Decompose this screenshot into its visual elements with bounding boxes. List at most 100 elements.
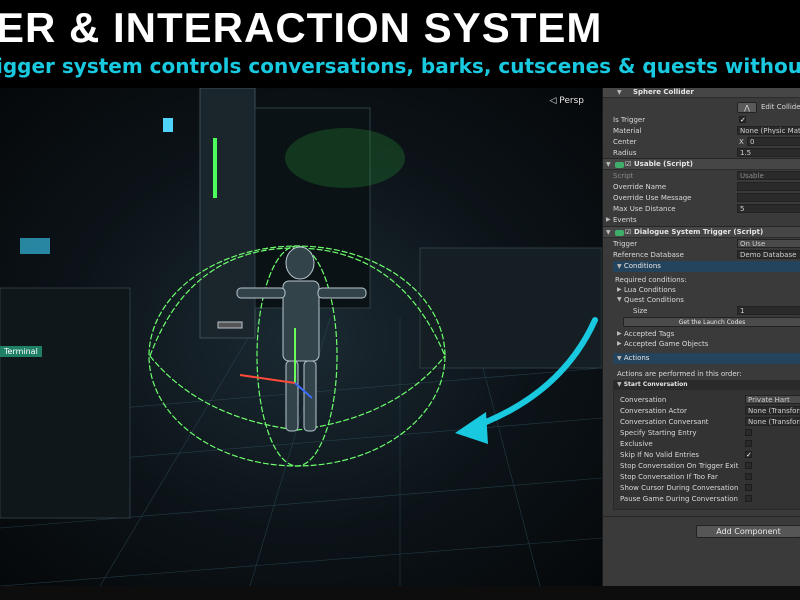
divider (603, 516, 800, 517)
material-row: Material None (Physic Mate (603, 126, 800, 136)
trigger-row: Trigger On Use (603, 239, 800, 249)
usable-script-row: Script Usable (603, 171, 800, 181)
script-icon (615, 162, 624, 168)
events-row[interactable]: ▶ Events (603, 215, 800, 225)
show-cursor-label: Show Cursor During Conversation (620, 484, 739, 492)
cyan-light (20, 238, 50, 254)
size-row: Size 1 (603, 306, 800, 316)
edit-collider-button[interactable]: ⋀ (737, 102, 757, 113)
stop-on-trigger-exit-row: Stop Conversation On Trigger Exit (603, 461, 800, 471)
reference-database-row: Reference Database Demo Database (603, 250, 800, 260)
exclusive-row: Exclusive (603, 439, 800, 449)
events-label: Events (613, 216, 637, 224)
pause-game-label: Pause Game During Conversation (620, 495, 738, 503)
center-x-field[interactable]: 0 (747, 137, 800, 146)
accepted-game-objects-row[interactable]: ▶ Accepted Game Objects (603, 339, 800, 349)
show-cursor-checkbox[interactable] (745, 484, 752, 491)
stop-on-trigger-exit-checkbox[interactable] (745, 462, 752, 469)
override-name-field[interactable] (737, 182, 800, 191)
conversation-label: Conversation (620, 396, 667, 404)
quest-conditions-label: Quest Conditions (624, 296, 684, 304)
lua-conditions-label: Lua Conditions (624, 286, 676, 294)
reference-database-label: Reference Database (613, 251, 684, 259)
skip-if-no-valid-entries-checkbox[interactable]: ✓ (745, 451, 752, 459)
conversation-actor-label: Conversation Actor (620, 407, 687, 415)
specify-starting-entry-checkbox[interactable] (745, 429, 752, 436)
dialogue-trigger-header[interactable]: ▼ ☑ Dialogue System Trigger (Script) (603, 226, 800, 238)
actions-title: Actions (623, 354, 650, 362)
stop-if-too-far-label: Stop Conversation If Too Far (620, 473, 718, 481)
max-use-distance-field[interactable]: 5 (737, 204, 800, 213)
conversation-actor-field[interactable]: None (Transform (745, 406, 800, 415)
size-field[interactable]: 1 (737, 306, 800, 315)
lua-conditions-row[interactable]: ▶ Lua Conditions (603, 285, 800, 295)
reference-database-field[interactable]: Demo Database (737, 250, 800, 259)
green-light-strip (213, 138, 217, 198)
green-glow (285, 128, 405, 188)
usable-script-label: Script (613, 172, 634, 180)
center-label: Center (613, 138, 637, 146)
left-wall-panel (0, 287, 131, 519)
actions-note: Actions are performed in this order: (617, 370, 742, 378)
dialogue-trigger-title: Dialogue System Trigger (Script) (634, 228, 764, 236)
conditions-section-header[interactable]: ▼ Conditions (613, 261, 800, 272)
conversation-dropdown[interactable]: Private Hart (745, 395, 800, 404)
conversation-conversant-row: Conversation Conversant None (Transform (603, 417, 800, 427)
inspector-panel: ▼ Sphere Collider ⋀ Edit Collider Is Tri… (602, 88, 800, 586)
specify-starting-entry-label: Specify Starting Entry (620, 429, 697, 437)
sphere-collider-header[interactable]: ▼ Sphere Collider (603, 88, 800, 98)
edit-collider-label: Edit Collider (761, 103, 800, 111)
bottom-bar (0, 586, 800, 600)
radius-label: Radius (613, 149, 637, 157)
enabled-checkbox[interactable]: ☑ (625, 159, 631, 170)
conversation-row: Conversation Private Hart (603, 395, 800, 405)
stop-if-too-far-row: Stop Conversation If Too Far (603, 472, 800, 482)
conditions-title: Conditions (623, 262, 661, 270)
accepted-tags-row[interactable]: ▶ Accepted Tags (603, 329, 800, 339)
size-label: Size (633, 307, 648, 315)
enabled-checkbox[interactable]: ☑ (625, 227, 631, 238)
radius-row: Radius 1.5 (603, 148, 800, 158)
show-cursor-row: Show Cursor During Conversation (603, 483, 800, 493)
required-conditions-row: Required conditions: (603, 275, 800, 285)
door-frame-left (199, 88, 256, 339)
specify-starting-entry-row: Specify Starting Entry (603, 428, 800, 438)
add-component-button[interactable]: Add Component (696, 525, 800, 538)
conversation-conversant-field[interactable]: None (Transform (745, 417, 800, 426)
start-conversation-title: Start Conversation (623, 381, 688, 388)
scene-view[interactable]: ◁ Persp Terminal (0, 88, 602, 586)
conversation-actor-row: Conversation Actor None (Transform (603, 406, 800, 416)
accepted-game-objects-label: Accepted Game Objects (624, 340, 709, 348)
stop-on-trigger-exit-label: Stop Conversation On Trigger Exit (620, 462, 739, 470)
start-conversation-header[interactable]: ▼ Start Conversation (613, 380, 800, 390)
skip-if-no-valid-entries-row: Skip If No Valid Entries ✓ (603, 450, 800, 460)
actions-note-row: Actions are performed in this order: (603, 369, 800, 379)
exclusive-label: Exclusive (620, 440, 653, 448)
is-trigger-row: Is Trigger ✓ (603, 115, 800, 125)
quest-conditions-row[interactable]: ▼ Quest Conditions (603, 295, 800, 305)
view-mode-text: Persp (559, 96, 584, 106)
radius-field[interactable]: 1.5 (737, 148, 800, 157)
pause-game-row: Pause Game During Conversation (603, 494, 800, 504)
is-trigger-label: Is Trigger (613, 116, 646, 124)
stop-if-too-far-checkbox[interactable] (745, 473, 752, 480)
material-field[interactable]: None (Physic Mate (737, 126, 800, 135)
trigger-dropdown[interactable]: On Use (737, 239, 800, 248)
exclusive-checkbox[interactable] (745, 440, 752, 447)
required-conditions-label: Required conditions: (615, 276, 687, 284)
center-x-label: X (739, 138, 744, 146)
actions-section-header[interactable]: ▼ Actions (613, 353, 800, 364)
pause-game-checkbox[interactable] (745, 495, 752, 502)
override-use-message-field[interactable] (737, 193, 800, 202)
skip-if-no-valid-entries-label: Skip If No Valid Entries (620, 451, 700, 459)
sphere-collider-title: Sphere Collider (633, 88, 694, 96)
usable-header[interactable]: ▼ ☑ Usable (Script) (603, 158, 800, 170)
trigger-label: Trigger (613, 240, 638, 248)
override-use-message-row: Override Use Message (603, 193, 800, 203)
launch-codes-quest-field[interactable]: Get the Launch Codes (623, 317, 800, 327)
center-row: Center X 0 (603, 137, 800, 147)
usable-script-field: Usable (737, 171, 800, 180)
is-trigger-checkbox[interactable]: ✓ (739, 116, 746, 124)
override-name-label: Override Name (613, 183, 667, 191)
view-mode-label[interactable]: ◁ Persp (549, 96, 584, 106)
